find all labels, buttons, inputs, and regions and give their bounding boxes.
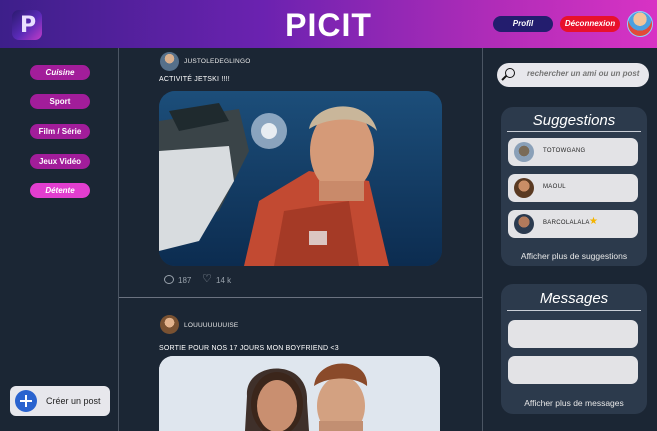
top-bar: P PICIT Profil Déconnexion <box>0 0 657 48</box>
post-divider <box>119 297 482 298</box>
suggestion-name: TOTOWGANG <box>543 148 586 154</box>
post-photo[interactable] <box>159 356 440 431</box>
jetski-photo-illustration <box>159 91 442 266</box>
post-author-avatar[interactable] <box>160 315 179 334</box>
search-icon <box>505 68 515 78</box>
suggestions-title: Suggestions <box>532 112 616 129</box>
message-item[interactable] <box>508 356 638 384</box>
avatar <box>514 178 534 198</box>
category-detente[interactable]: Détente <box>30 183 90 198</box>
suggestion-item[interactable]: MAOUL <box>508 174 638 202</box>
messages-panel: Messages Afficher plus de messages <box>501 284 647 414</box>
suggestion-name: MAOUL <box>543 184 566 190</box>
comment-count: 187 <box>178 276 192 285</box>
post-author-avatar[interactable] <box>160 52 179 71</box>
more-messages-link[interactable]: Afficher plus de messages <box>501 398 647 408</box>
suggestion-name: BARCOLALALA <box>543 220 590 226</box>
user-avatar[interactable] <box>627 11 653 37</box>
create-post-button[interactable]: Créer un post <box>10 386 110 416</box>
avatar <box>514 142 534 162</box>
plus-icon <box>15 390 37 412</box>
like-count: 14 k <box>216 276 232 285</box>
category-sport[interactable]: Sport <box>30 94 90 109</box>
category-cuisine[interactable]: Cuisine <box>30 65 90 80</box>
star-icon: ★ <box>589 216 598 227</box>
couple-photo-illustration <box>159 356 440 431</box>
more-suggestions-link[interactable]: Afficher plus de suggestions <box>501 251 647 261</box>
post-author-name[interactable]: LOUUUUUUUISE <box>184 322 238 329</box>
suggestions-divider <box>507 131 641 132</box>
heart-icon[interactable]: ♡ <box>202 274 212 285</box>
feed-right-border <box>482 48 483 431</box>
suggestion-item[interactable]: TOTOWGANG <box>508 138 638 166</box>
create-post-label: Créer un post <box>46 396 101 406</box>
feed-left-border <box>118 48 119 431</box>
profile-button[interactable]: Profil <box>493 16 553 32</box>
suggestions-panel: Suggestions TOTOWGANG MAOUL BARCOLALALA … <box>501 107 647 266</box>
comment-icon[interactable] <box>164 275 174 284</box>
brand-title: PICIT <box>285 7 372 43</box>
message-item[interactable] <box>508 320 638 348</box>
post-photo[interactable] <box>159 91 442 266</box>
post-caption: SORTIE POUR NOS 17 JOURS MON BOYFRIEND <… <box>159 345 339 352</box>
messages-title: Messages <box>539 290 609 307</box>
avatar <box>514 214 534 234</box>
category-film-serie[interactable]: Film / Série <box>30 124 90 139</box>
messages-divider <box>507 310 641 311</box>
search-bar[interactable] <box>497 63 649 87</box>
post-caption: ACTIVITÉ JETSKI !!!! <box>159 76 230 83</box>
post-author-name[interactable]: JUSTOLEDEGLINGO <box>184 58 250 65</box>
category-jeux-video[interactable]: Jeux Vidéo <box>30 154 90 169</box>
suggestion-item[interactable]: BARCOLALALA ★ <box>508 210 638 238</box>
search-input[interactable] <box>527 69 645 78</box>
logout-button[interactable]: Déconnexion <box>560 16 620 32</box>
